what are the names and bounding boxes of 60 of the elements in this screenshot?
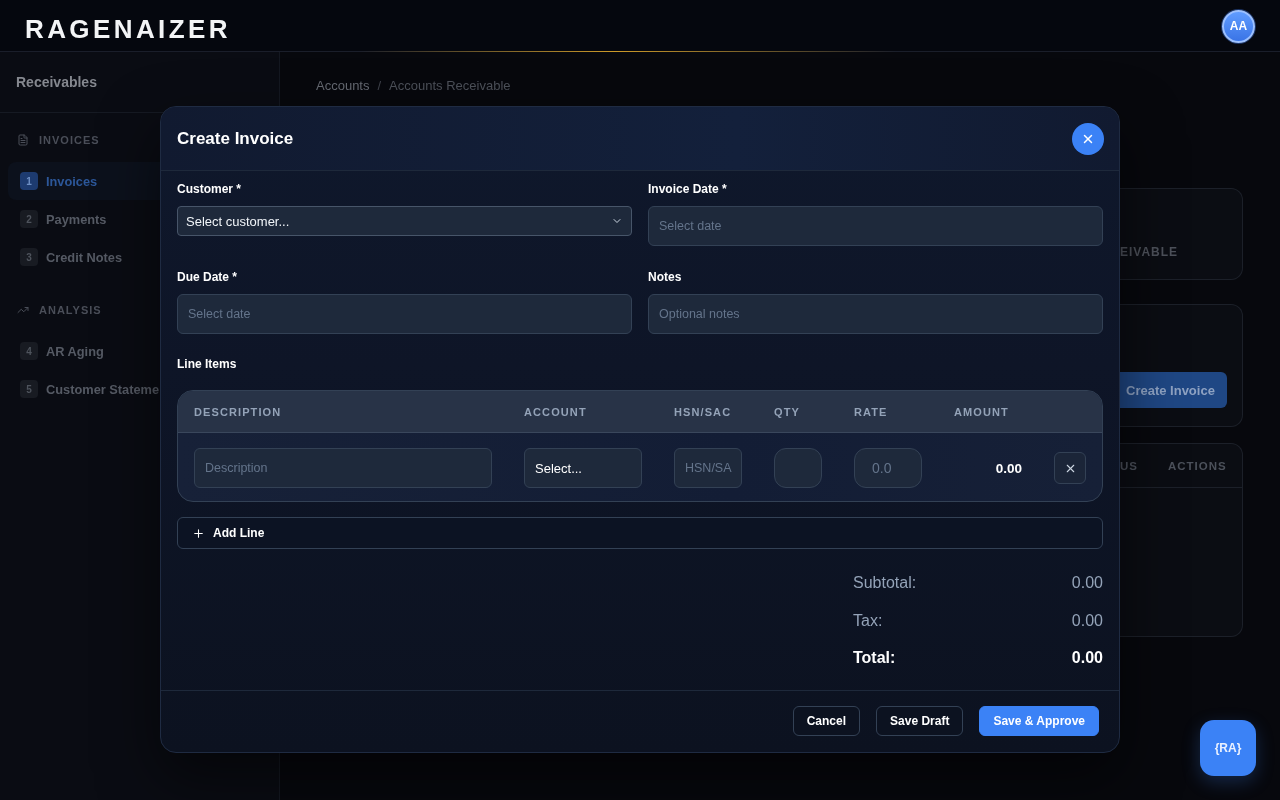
number-field[interactable]: [774, 448, 822, 488]
item-number: 3: [20, 248, 38, 266]
breadcrumb-link[interactable]: Accounts: [316, 77, 370, 93]
close-button[interactable]: [1072, 122, 1104, 155]
column-header: DESCRIPTION: [194, 405, 283, 418]
secondary-button[interactable]: Cancel: [792, 706, 861, 736]
field-label: Customer *: [177, 181, 242, 197]
dialog-title: Create Invoice: [177, 128, 294, 149]
assistant-button[interactable]: {RA}: [1200, 720, 1256, 776]
item-number: 2: [20, 210, 38, 228]
column-header: AMOUNT: [954, 405, 1010, 418]
column-header: QTY: [774, 405, 801, 418]
input-field[interactable]: Optional notes: [648, 294, 1103, 334]
section-label: INVOICES: [39, 134, 100, 146]
secondary-button[interactable]: Save Draft: [876, 706, 964, 736]
amount-cell-text: 0.00: [994, 460, 1023, 476]
trend-up-icon: [17, 304, 29, 316]
document-icon: [17, 134, 29, 146]
nav-item[interactable]: 2 Payments: [8, 200, 160, 238]
create-invoice-button[interactable]: Create Invoice: [1119, 372, 1227, 408]
delete-row-button[interactable]: [1054, 452, 1086, 484]
total-value: 0.00: [1071, 573, 1103, 593]
item-number: 1: [20, 172, 38, 190]
column-header: ACCOUNT: [524, 405, 588, 418]
total-label: Tax:: [853, 610, 883, 631]
input-field[interactable]: Description: [194, 448, 492, 488]
field-label: Notes: [648, 269, 683, 285]
column-header: ACTIONS: [1168, 459, 1227, 472]
user-avatar[interactable]: AA: [1222, 9, 1255, 43]
item-number: 4: [20, 342, 38, 360]
number-field[interactable]: 0.0: [854, 448, 922, 488]
breadcrumb-separator: /: [377, 77, 382, 93]
column-header: RATE: [854, 405, 889, 418]
nav-item[interactable]: 4 AR Aging: [8, 332, 160, 370]
total-label: Total:: [853, 648, 896, 668]
column-header: US: [1120, 459, 1138, 472]
total-value: 0.00: [1071, 610, 1103, 631]
input-field[interactable]: HSN/SA: [674, 448, 742, 488]
section-title: Line Items: [177, 356, 238, 372]
logo: RAGENAIZER: [25, 13, 231, 42]
total-value: 0.00: [1071, 648, 1103, 668]
total-label: Subtotal:: [853, 573, 917, 593]
nav-item[interactable]: 1 Invoices: [8, 162, 160, 200]
column-header: HSN/SAC: [674, 405, 733, 418]
plus-icon: [192, 526, 205, 540]
select-field[interactable]: Select customer...: [177, 206, 632, 236]
field-label: Invoice Date *: [648, 181, 728, 197]
section-label: ANALYSIS: [39, 304, 102, 316]
select-field[interactable]: Select...: [524, 448, 642, 488]
nav-item[interactable]: 5 Customer Stateme: [8, 370, 160, 408]
item-number: 5: [20, 380, 38, 398]
field-label: Due Date *: [177, 269, 239, 285]
primary-button[interactable]: Save & Approve: [979, 706, 1099, 736]
sidebar-title: Receivables: [16, 74, 97, 90]
input-field[interactable]: Select date: [648, 206, 1103, 246]
summary-label: EIVABLE: [1119, 245, 1180, 259]
input-field[interactable]: Select date: [177, 294, 632, 334]
add-line-button[interactable]: Add Line: [177, 517, 1103, 549]
breadcrumb-current: Accounts Receivable: [389, 77, 511, 93]
nav-item[interactable]: 3 Credit Notes: [8, 238, 160, 276]
